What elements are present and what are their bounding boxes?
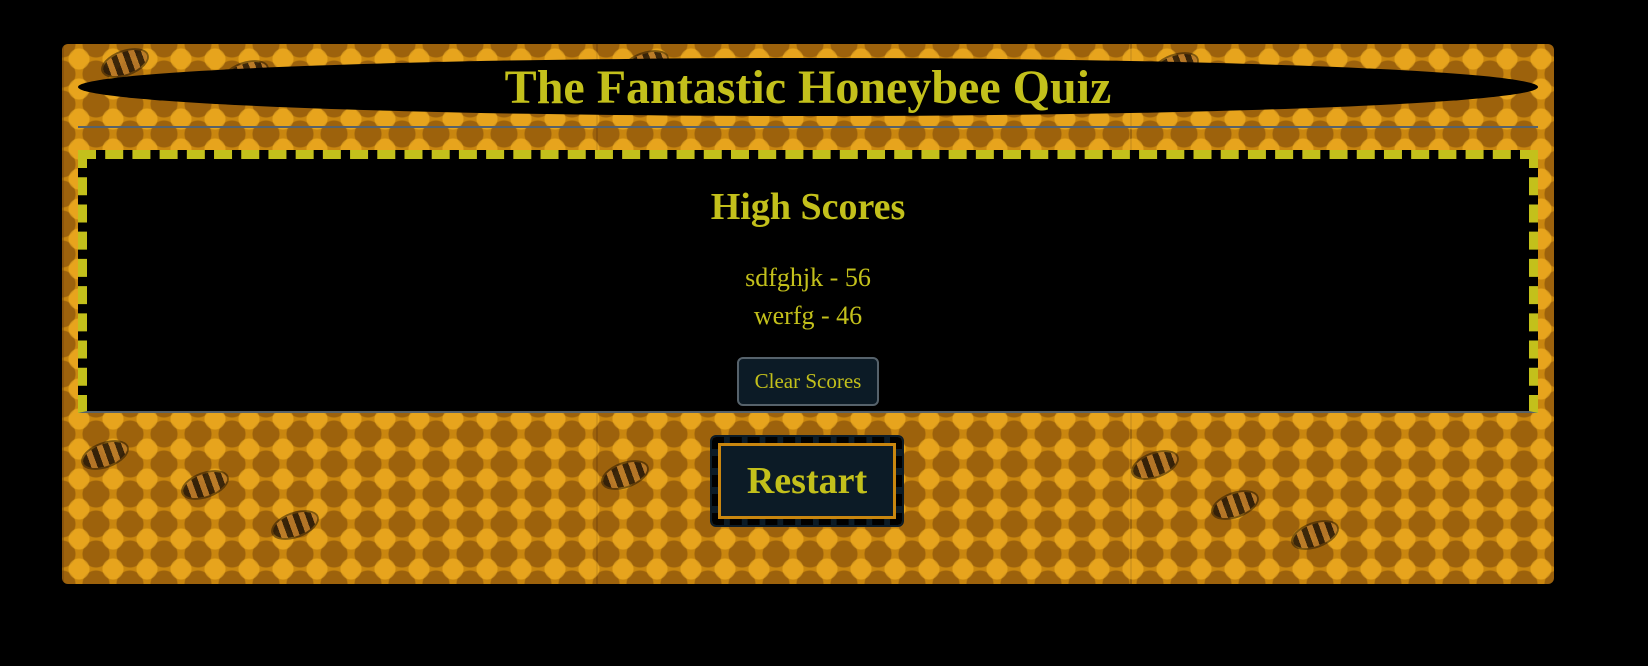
bee-image xyxy=(1289,516,1341,554)
score-entry: werfg - 46 xyxy=(753,301,863,330)
score-entry: sdfghjk - 56 xyxy=(745,263,871,292)
bee-image xyxy=(179,466,231,504)
bee-image xyxy=(269,506,321,544)
high-scores-heading: High Scores xyxy=(710,186,906,228)
bee-image xyxy=(1209,486,1261,524)
page-title: The Fantastic Honeybee Quiz xyxy=(504,60,1112,114)
score-list: sdfghjk - 56 werfg - 46 xyxy=(87,259,1529,335)
header-divider xyxy=(78,126,1538,128)
clear-scores-button[interactable]: Clear Scores xyxy=(736,357,880,406)
title-banner: The Fantastic Honeybee Quiz xyxy=(78,58,1538,116)
bee-image xyxy=(599,456,651,494)
bee-image xyxy=(79,436,131,474)
quiz-card: The Fantastic Honeybee Quiz High Scores … xyxy=(62,44,1554,584)
high-scores-panel: High Scores sdfghjk - 56 werfg - 46 Clea… xyxy=(78,150,1538,413)
restart-button[interactable]: Restart xyxy=(710,435,904,527)
bee-image xyxy=(1129,446,1181,484)
